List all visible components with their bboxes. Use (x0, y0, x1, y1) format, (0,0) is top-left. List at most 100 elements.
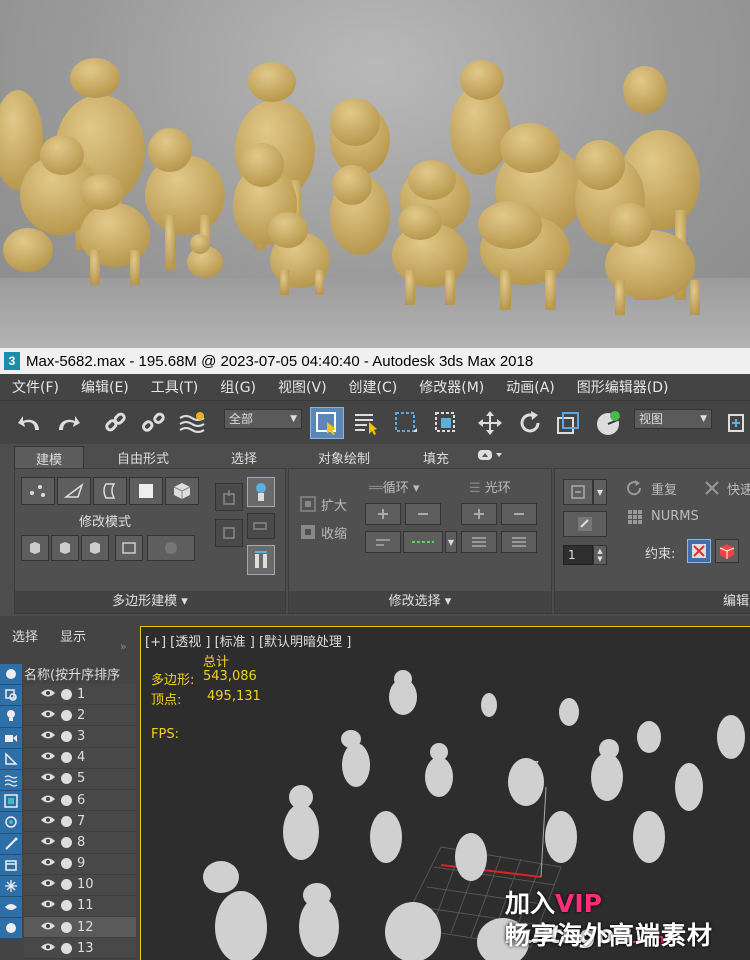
list-item[interactable]: 5 (24, 768, 136, 790)
display-hidden-icon[interactable] (0, 897, 22, 919)
rectangular-selection-region-icon[interactable] (390, 407, 422, 439)
remove-modifier-button[interactable] (215, 519, 243, 547)
quickslice-label[interactable]: 快速 (727, 479, 750, 498)
ribbon-tab-object-paint[interactable]: 对象绘制 (286, 446, 402, 468)
list-item[interactable]: 4 (24, 747, 136, 769)
visibility-eye-icon[interactable] (40, 920, 56, 935)
ring-mode-b-button[interactable] (501, 531, 537, 553)
grow-label[interactable]: 扩大 (321, 495, 347, 514)
menu-tools[interactable]: 工具(T) (139, 377, 208, 397)
select-and-scale-icon[interactable] (552, 407, 584, 439)
list-item[interactable]: 10 (24, 874, 136, 896)
list-item-selected[interactable]: 12 (24, 917, 136, 939)
loop-dots-button[interactable] (403, 531, 443, 553)
reference-coordinate-system-dropdown[interactable]: 视图 (634, 409, 712, 429)
subobject-a-button[interactable] (21, 535, 49, 561)
display-cameras-icon[interactable] (0, 727, 22, 749)
redo-icon[interactable] (52, 407, 84, 439)
display-space-warps-icon[interactable] (0, 769, 22, 792)
nurms-icon[interactable] (627, 509, 643, 529)
loop-group[interactable]: ══ 循环 ▾ (369, 477, 419, 496)
ring-group[interactable]: ☰ 光环 (469, 477, 511, 496)
list-item[interactable]: 1 (24, 684, 136, 706)
display-all-icon[interactable] (0, 918, 22, 940)
visibility-eye-icon[interactable] (40, 771, 56, 786)
freeze-dot-icon[interactable] (61, 942, 72, 954)
ribbon-tab-populate[interactable]: 填充 (402, 446, 470, 468)
polygon-modeling-footer[interactable]: 多边形建模 ▾ (15, 591, 285, 613)
list-item[interactable]: 13 (24, 938, 136, 960)
ring-mode-a-button[interactable] (461, 531, 497, 553)
visibility-eye-icon[interactable] (40, 793, 56, 808)
menu-file[interactable]: 文件(F) (0, 377, 69, 397)
list-item[interactable]: 3 (24, 726, 136, 748)
unlink-selection-icon[interactable] (138, 407, 170, 439)
shrink-icon[interactable] (299, 523, 317, 545)
show-end-result-button[interactable] (215, 483, 243, 511)
modify-selection-footer[interactable]: 修改选择 ▾ (289, 591, 551, 613)
freeze-dot-icon[interactable] (61, 921, 72, 933)
selection-filter-dropdown[interactable]: 全部 (224, 409, 302, 429)
freeze-dot-icon[interactable] (61, 879, 72, 891)
quickslice-icon[interactable] (703, 479, 721, 501)
display-containers-icon[interactable] (0, 854, 22, 876)
display-frozen-icon[interactable] (0, 875, 22, 898)
display-helpers-icon[interactable] (0, 748, 22, 770)
pivot-point-center-icon[interactable] (722, 407, 750, 439)
ribbon-options-icon[interactable] (470, 446, 510, 468)
window-crossing-icon[interactable] (430, 407, 462, 439)
select-object-icon[interactable] (310, 407, 344, 439)
scene-explorer-select-menu[interactable]: 选择 (12, 626, 38, 645)
freeze-dot-icon[interactable] (61, 752, 72, 764)
list-item[interactable]: 9 (24, 853, 136, 875)
spinner-input[interactable]: 1 (563, 545, 593, 565)
visibility-eye-icon[interactable] (40, 814, 56, 829)
visibility-eye-icon[interactable] (40, 941, 56, 956)
name-column-header[interactable]: 名称(按升序排序 (24, 664, 136, 684)
freeze-dot-icon[interactable] (61, 773, 72, 785)
tweak-button[interactable] (563, 511, 607, 537)
menu-animation[interactable]: 动画(A) (494, 377, 565, 397)
modifier-list-button[interactable] (247, 545, 275, 575)
display-lights-icon[interactable] (0, 706, 22, 728)
select-and-link-icon[interactable] (100, 407, 132, 439)
constraint-edge-button[interactable] (715, 539, 739, 563)
display-bones-icon[interactable] (0, 833, 22, 855)
list-item[interactable]: 6 (24, 789, 136, 812)
visibility-eye-icon[interactable] (40, 708, 56, 723)
list-item[interactable]: 8 (24, 832, 136, 854)
display-xrefs-icon[interactable] (0, 812, 22, 834)
freeze-dot-icon[interactable] (61, 794, 72, 806)
freeze-dot-icon[interactable] (61, 858, 72, 870)
freeze-dot-icon[interactable] (61, 900, 72, 912)
element-mode-button[interactable] (165, 477, 199, 505)
ribbon-tab-modeling[interactable]: 建模 (14, 446, 84, 468)
list-item[interactable]: 7 (24, 811, 136, 833)
loop-shrink-button[interactable] (405, 503, 441, 525)
select-by-name-icon[interactable] (350, 407, 382, 439)
display-shapes-icon[interactable] (0, 685, 22, 707)
bind-to-space-warp-icon[interactable] (176, 407, 208, 439)
preserve-uvs-button[interactable] (563, 479, 593, 505)
freeze-dot-icon[interactable] (61, 836, 72, 848)
freeze-dot-icon[interactable] (61, 709, 72, 721)
select-and-place-icon[interactable] (592, 407, 626, 439)
nurms-label[interactable]: NURMS (651, 509, 699, 524)
shrink-label[interactable]: 收缩 (321, 523, 347, 542)
subobject-b-button[interactable] (51, 535, 79, 561)
menu-create[interactable]: 创建(C) (337, 377, 408, 397)
collapse-stack-button[interactable] (147, 535, 195, 561)
edge-mode-button[interactable] (57, 477, 91, 505)
display-groups-icon[interactable] (0, 791, 22, 813)
menu-graph-editors[interactable]: 图形编辑器(D) (565, 377, 679, 397)
ring-shrink-button[interactable] (501, 503, 537, 525)
visibility-eye-icon[interactable] (40, 687, 56, 702)
constraint-none-button[interactable] (687, 539, 711, 563)
ribbon-tab-selection[interactable]: 选择 (202, 446, 286, 468)
border-mode-button[interactable] (93, 477, 127, 505)
grow-icon[interactable] (299, 495, 317, 517)
select-and-rotate-icon[interactable] (514, 407, 546, 439)
list-item[interactable]: 11 (24, 895, 136, 918)
list-item[interactable]: 2 (24, 705, 136, 727)
visibility-eye-icon[interactable] (40, 835, 56, 850)
